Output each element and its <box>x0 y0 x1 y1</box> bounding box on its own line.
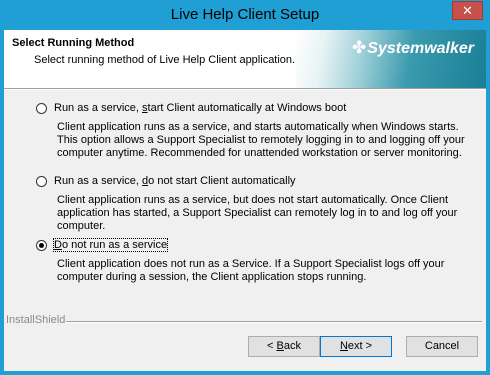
label-part: ext > <box>347 340 373 352</box>
label-part: Run as a service, <box>54 175 143 187</box>
radio-auto-start[interactable] <box>36 103 47 114</box>
close-icon: ✕ <box>462 3 473 18</box>
systemwalker-logo: ✤Systemwalker <box>296 30 486 88</box>
label-part: tart Client automatically at Windows boo… <box>147 102 347 114</box>
systemwalker-logo-icon: ✤ <box>352 38 367 57</box>
access-key: N <box>339 340 348 352</box>
option-manual-start-label[interactable]: Run as a service, do not start Client au… <box>54 175 296 187</box>
dialog-body: Select Running Method Select running met… <box>4 30 486 371</box>
label-part: o not run as a service <box>61 239 168 251</box>
option-auto-start-description: Client application runs as a service, an… <box>57 121 465 159</box>
next-button[interactable]: Next > <box>320 336 392 357</box>
cancel-button[interactable]: Cancel <box>406 336 478 357</box>
option-no-service-description: Client application does not run as a Ser… <box>57 258 445 283</box>
option-no-service-label[interactable]: Do not run as a service <box>52 238 169 252</box>
header-banner: Select Running Method Select running met… <box>4 30 486 88</box>
label-part: ack <box>283 340 301 352</box>
footer-divider-highlight <box>66 322 482 323</box>
title-bar[interactable]: Live Help Client Setup ✕ <box>0 0 490 30</box>
close-button[interactable]: ✕ <box>452 1 483 20</box>
installshield-brand: InstallShield <box>6 314 66 326</box>
radio-no-service[interactable] <box>36 240 47 251</box>
logo-text: Systemwalker <box>367 40 474 57</box>
access-key: B <box>276 340 284 352</box>
window-title: Live Help Client Setup <box>170 6 320 23</box>
access-key: D <box>54 239 62 251</box>
back-button[interactable]: < Back <box>248 336 320 357</box>
setup-window: Live Help Client Setup ✕ Select Running … <box>0 0 490 375</box>
label-part: Run as a service, <box>54 102 143 114</box>
label-part: < <box>267 340 277 352</box>
option-manual-start-description: Client application runs as a service, bu… <box>57 194 458 232</box>
page-subtitle: Select running method of Live Help Clien… <box>34 54 296 66</box>
option-auto-start-label[interactable]: Run as a service, start Client automatic… <box>54 102 346 114</box>
label-part: o not start Client automatically <box>148 175 296 187</box>
radio-manual-start[interactable] <box>36 176 47 187</box>
banner-divider-highlight <box>4 89 486 90</box>
page-title: Select Running Method <box>12 37 135 49</box>
